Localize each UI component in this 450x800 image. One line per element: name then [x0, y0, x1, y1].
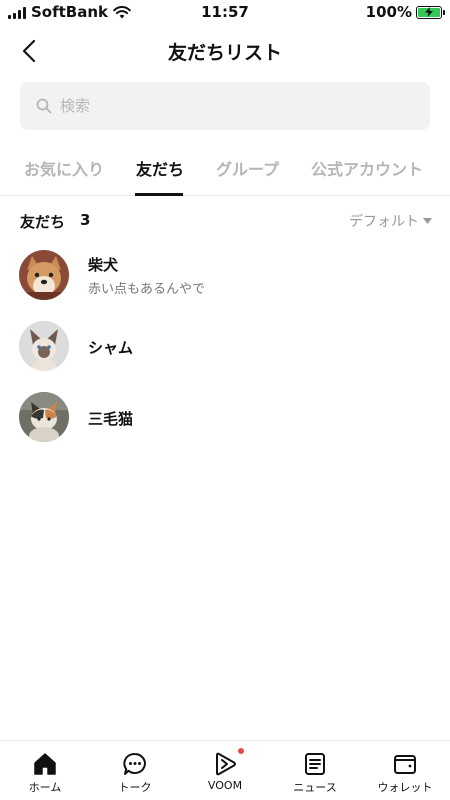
- nav-label: ホーム: [28, 781, 62, 794]
- status-right: 100%: [365, 3, 445, 21]
- nav-home[interactable]: ホーム: [0, 741, 90, 800]
- home-icon: [34, 753, 56, 775]
- nav-wallet[interactable]: ウォレット: [360, 741, 450, 800]
- nav-chats[interactable]: トーク: [90, 741, 180, 800]
- avatar: [19, 250, 69, 300]
- nav-label: トーク: [118, 781, 152, 794]
- charging-bolt-icon: [425, 6, 433, 17]
- caret-down-icon: [423, 218, 432, 224]
- tab-groups[interactable]: グループ: [216, 156, 279, 180]
- search-input[interactable]: [60, 97, 400, 115]
- tab-friends[interactable]: 友だち: [136, 156, 184, 180]
- calico-cat-photo: [19, 392, 69, 442]
- battery-icon: [416, 5, 445, 19]
- friend-name: 柴犬: [88, 256, 119, 274]
- nav-news[interactable]: ニュース: [270, 741, 360, 800]
- tab-official-accounts[interactable]: 公式アカウント: [311, 156, 423, 180]
- friend-name: シャム: [88, 339, 134, 357]
- friend-item-siamese[interactable]: シャム: [0, 313, 450, 379]
- chat-bubble-icon: [123, 753, 146, 775]
- nav-label: ニュース: [293, 781, 337, 794]
- siamese-cat-photo: [19, 321, 69, 371]
- nav-voom[interactable]: VOOM: [180, 741, 270, 800]
- active-tab-indicator: [135, 193, 183, 196]
- friend-name: 三毛猫: [88, 410, 134, 428]
- search-icon: [36, 98, 52, 114]
- header: 友だちリスト: [0, 28, 450, 74]
- avatar: [19, 392, 69, 442]
- section-title: 友だち: [20, 213, 66, 231]
- search-bar[interactable]: [20, 82, 430, 130]
- sort-dropdown[interactable]: デフォルト: [349, 211, 432, 231]
- page-title: 友だちリスト: [167, 42, 282, 64]
- friend-item-calico[interactable]: 三毛猫: [0, 384, 450, 450]
- nav-label: ウォレット: [377, 781, 433, 794]
- nav-label: VOOM: [207, 779, 243, 792]
- tab-bar: お気に入り 友だち グループ 公式アカウント: [0, 146, 450, 196]
- notification-dot: [238, 748, 244, 754]
- status-bar: SoftBank 11:57 100%: [0, 0, 450, 26]
- battery-percent: 100%: [365, 3, 412, 21]
- news-icon: [305, 753, 325, 775]
- sort-label: デフォルト: [349, 214, 419, 230]
- friends-section-header: 友だち 3 デフォルト: [20, 211, 432, 235]
- shiba-dog-photo: [19, 250, 69, 300]
- avatar: [19, 321, 69, 371]
- play-icon: [216, 752, 236, 776]
- friend-item-shiba[interactable]: 柴犬 赤い点もあるんやで: [0, 242, 450, 308]
- friend-count: 3: [80, 211, 91, 229]
- bottom-navigation: ホーム トーク VOOM ニュース ウォレット: [0, 740, 450, 800]
- friend-status-message: 赤い点もあるんやで: [88, 282, 206, 297]
- wallet-icon: [394, 755, 416, 774]
- tab-favorites[interactable]: お気に入り: [24, 156, 104, 180]
